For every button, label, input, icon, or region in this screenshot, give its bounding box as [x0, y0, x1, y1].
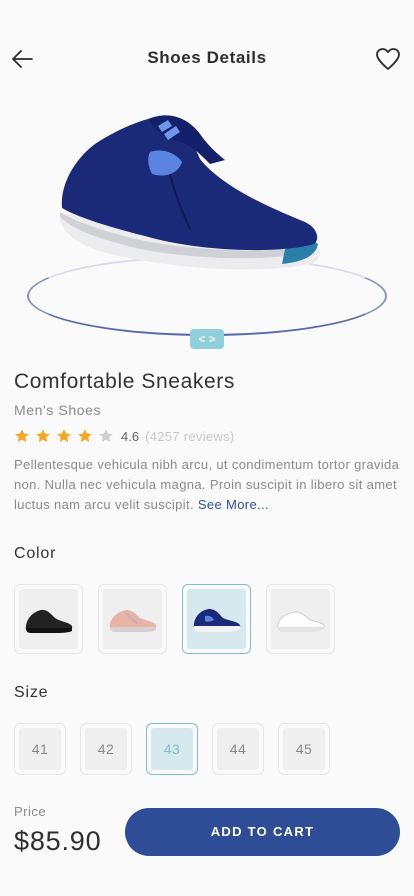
color-options: [14, 584, 350, 654]
product-hero: < >: [0, 96, 414, 356]
star-icon: [36, 429, 50, 442]
size-option-44[interactable]: 44: [212, 723, 264, 775]
size-value: 42: [85, 728, 127, 770]
price-value: $85.90: [14, 826, 102, 856]
product-description: Pellentesque vehicula nibh arcu, ut cond…: [14, 455, 400, 515]
color-option-white[interactable]: [266, 584, 335, 654]
review-count: (4257 reviews): [145, 428, 235, 444]
header: Shoes Details: [0, 40, 414, 76]
rating-row: 4.6 (4257 reviews): [14, 427, 235, 445]
price-label: Price: [14, 804, 47, 819]
star-icon: [78, 429, 92, 442]
size-value: 45: [283, 728, 325, 770]
black-sneaker-icon: [25, 609, 72, 633]
size-value: 44: [217, 728, 259, 770]
see-more-link[interactable]: See More...: [198, 497, 269, 512]
pink-sneaker-icon: [109, 610, 156, 632]
white-sneaker-icon: [276, 611, 325, 632]
heart-icon[interactable]: [374, 45, 402, 73]
size-option-43[interactable]: 43: [146, 723, 198, 775]
product-category: Men's Shoes: [14, 402, 102, 418]
size-option-41[interactable]: 41: [14, 723, 66, 775]
star-icon: [57, 429, 71, 442]
add-to-cart-button[interactable]: ADD TO CART: [125, 808, 400, 856]
color-option-pink[interactable]: [98, 584, 167, 654]
rating-value: 4.6: [121, 428, 140, 444]
star-icon: [15, 429, 29, 442]
page-title: Shoes Details: [147, 48, 267, 67]
product-name: Comfortable Sneakers: [14, 370, 235, 393]
navy-sneaker-icon: [193, 609, 240, 632]
size-option-45[interactable]: 45: [278, 723, 330, 775]
size-options: 41 42 43 44 45: [14, 723, 344, 775]
color-label: Color: [14, 545, 57, 562]
star-empty-icon: [99, 429, 113, 442]
swipe-arrows-button[interactable]: < >: [190, 329, 224, 349]
size-option-42[interactable]: 42: [80, 723, 132, 775]
size-label: Size: [14, 684, 49, 701]
size-value: 43: [151, 728, 193, 770]
size-value: 41: [19, 728, 61, 770]
color-option-navy[interactable]: [182, 584, 251, 654]
product-image: [59, 115, 320, 270]
color-option-black[interactable]: [14, 584, 83, 654]
